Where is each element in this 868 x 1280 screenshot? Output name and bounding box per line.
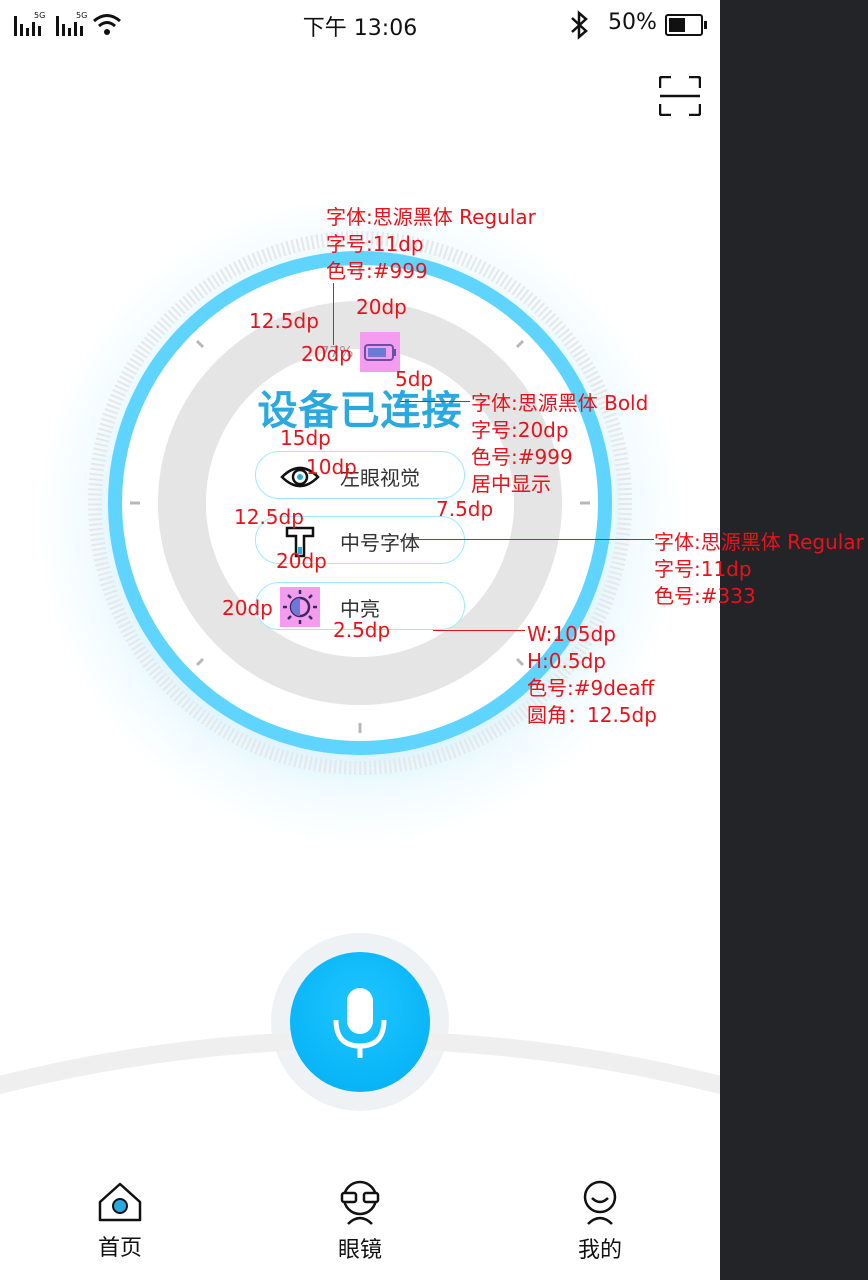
- font-size-label: 中号字体: [340, 531, 420, 555]
- voice-input-button[interactable]: [290, 952, 430, 1092]
- microphone-icon: [333, 988, 387, 1058]
- annotation-line: [333, 283, 334, 345]
- nav-home-label: 首页: [97, 1236, 142, 1261]
- nav-glasses[interactable]: 眼镜: [300, 1180, 420, 1264]
- profile-icon: [583, 1180, 617, 1225]
- spec-percent-text: 字体:思源黑体 Regular 字号:11dp 色号:#999: [326, 204, 536, 285]
- annotation-line: [400, 401, 470, 402]
- dim-label: 12.5dp: [234, 505, 304, 529]
- spec-line: H:0.5dp: [527, 649, 606, 673]
- spec-line: W:105dp: [527, 622, 616, 646]
- annotation-line: [433, 630, 525, 631]
- spec-line: 居中显示: [471, 472, 551, 496]
- nav-profile-label: 我的: [577, 1238, 622, 1263]
- dim-label: 15dp: [280, 426, 331, 450]
- home-icon: [98, 1182, 142, 1222]
- dim-label: 20dp: [301, 342, 352, 366]
- spec-item-text: 字体:思源黑体 Regular 字号:11dp 色号:#333: [654, 529, 864, 610]
- vision-mode-pill[interactable]: 左眼视觉: [255, 451, 465, 499]
- dim-label: 20dp: [222, 596, 273, 620]
- spec-line: 字体:思源黑体 Regular: [654, 530, 864, 554]
- dim-label: 12.5dp: [249, 309, 319, 333]
- spec-line: 圆角：12.5dp: [527, 703, 657, 727]
- spec-pill-text: W:105dp H:0.5dp 色号:#9deaff 圆角：12.5dp: [527, 621, 657, 729]
- dim-label: 2.5dp: [333, 618, 391, 642]
- annotation-line: [400, 539, 654, 540]
- device-battery-icon: [360, 332, 400, 372]
- dim-label: 5dp: [395, 367, 434, 391]
- glasses-icon: [340, 1180, 380, 1225]
- spec-line: 色号:#333: [654, 584, 756, 608]
- brightness-icon: [280, 587, 320, 627]
- dim-label: 20dp: [356, 295, 407, 319]
- spec-line: 字号:20dp: [471, 418, 569, 442]
- spec-line: 色号:#999: [471, 445, 573, 469]
- spec-line: 字体:思源黑体 Regular: [326, 205, 536, 229]
- spec-title-text: 字体:思源黑体 Bold 字号:20dp 色号:#999 居中显示: [471, 390, 648, 498]
- nav-home[interactable]: 首页: [60, 1180, 180, 1262]
- right-margin-panel: [720, 0, 868, 1280]
- spec-line: 字体:思源黑体 Bold: [471, 391, 649, 415]
- dim-label: 7.5dp: [436, 497, 494, 521]
- spec-line: 字号:11dp: [654, 557, 752, 581]
- nav-glasses-label: 眼镜: [337, 1238, 382, 1263]
- dim-label: 10dp: [306, 455, 357, 479]
- spec-line: 色号:#999: [326, 259, 428, 283]
- dim-label: 20dp: [276, 549, 327, 573]
- spec-line: 色号:#9deaff: [527, 676, 655, 700]
- spec-line: 字号:11dp: [326, 232, 424, 256]
- nav-profile[interactable]: 我的: [540, 1180, 660, 1264]
